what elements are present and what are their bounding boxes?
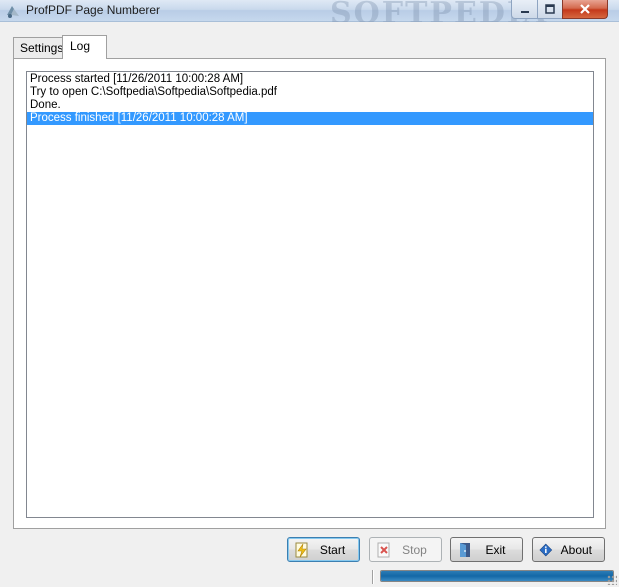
log-line-selected[interactable]: Process finished [11/26/2011 10:00:28 AM… — [27, 112, 593, 125]
start-lightning-icon — [295, 542, 308, 557]
tab-log[interactable]: Log — [62, 35, 107, 59]
status-separator — [372, 570, 374, 584]
log-line[interactable]: Process started [11/26/2011 10:00:28 AM] — [27, 73, 593, 86]
minimize-button[interactable] — [511, 0, 538, 19]
log-tab-panel: Process started [11/26/2011 10:00:28 AM]… — [13, 58, 606, 529]
progress-fill — [381, 571, 613, 581]
about-button-label: About — [560, 542, 592, 557]
log-line[interactable]: Try to open C:\Softpedia\Softpedia\Softp… — [27, 86, 593, 99]
maximize-button[interactable] — [537, 0, 563, 19]
window-title: ProfPDF Page Numberer — [26, 3, 161, 17]
tab-log-label: Log — [70, 39, 91, 53]
stop-button-label: Stop — [402, 542, 427, 557]
start-button[interactable]: Start — [287, 537, 360, 562]
about-button[interactable]: About — [532, 537, 605, 562]
exit-button-label: Exit — [485, 542, 506, 557]
resize-grip-icon[interactable] — [607, 575, 617, 585]
log-list[interactable]: Process started [11/26/2011 10:00:28 AM]… — [26, 71, 594, 518]
status-bar — [0, 567, 619, 587]
app-icon — [7, 6, 19, 18]
info-icon — [539, 543, 553, 556]
progress-bar — [380, 570, 614, 582]
close-button[interactable] — [562, 0, 608, 19]
title-bar[interactable]: ProfPDF Page Numberer SOFTPEDIA — [0, 0, 619, 31]
start-button-label: Start — [319, 542, 346, 557]
stop-icon — [377, 542, 390, 557]
tab-settings-label: Settings — [20, 41, 64, 55]
main-window: Settings Log Process started [11/26/2011… — [0, 22, 619, 587]
minimize-icon — [520, 11, 529, 13]
exit-door-icon — [460, 542, 470, 557]
maximize-icon — [545, 4, 555, 14]
log-line[interactable]: Done. — [27, 99, 593, 112]
close-icon — [580, 4, 590, 14]
tab-settings[interactable]: Settings — [13, 37, 63, 58]
exit-button[interactable]: Exit — [450, 537, 523, 562]
stop-button[interactable]: Stop — [369, 537, 442, 562]
